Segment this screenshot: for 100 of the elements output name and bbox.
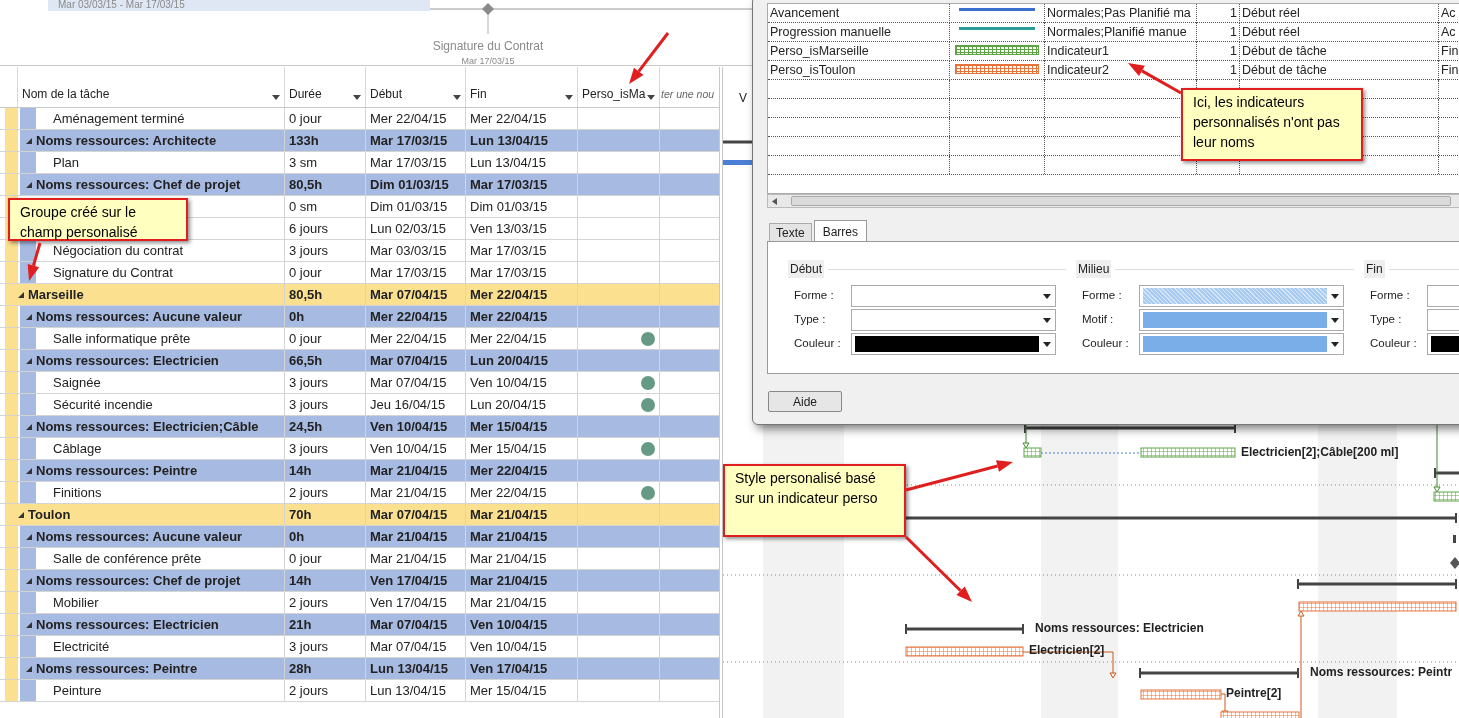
collapse-triangle-icon[interactable] bbox=[26, 313, 32, 320]
collapse-triangle-icon[interactable] bbox=[18, 511, 24, 518]
table-cell: 0h bbox=[285, 526, 366, 547]
table-cell: Ven 10/04/15 bbox=[366, 438, 466, 459]
dropdown-field[interactable] bbox=[1139, 285, 1344, 307]
dropdown-arrow-icon bbox=[1043, 293, 1051, 299]
callout-note: Groupe créé sur le champ personalisé bbox=[8, 198, 188, 241]
task-name: Noms ressources: Electricien bbox=[36, 351, 219, 370]
column-header[interactable]: Début bbox=[366, 67, 466, 107]
table-cell: Ven 17/04/15 bbox=[366, 570, 466, 591]
table-cell: Mar 17/03/15 bbox=[466, 240, 578, 261]
field-label: Forme : bbox=[1082, 288, 1123, 304]
table-cell: Perso_isMarseille bbox=[768, 42, 950, 61]
table-cell: Mer 15/04/15 bbox=[466, 438, 578, 459]
column-header[interactable]: Fin bbox=[466, 67, 578, 107]
table-cell: Mer 22/04/15 bbox=[366, 306, 466, 327]
field-label: Type : bbox=[794, 312, 827, 328]
task-name: Noms ressources: Electricien bbox=[36, 615, 219, 634]
bar-label: Noms ressources: Electricien bbox=[1035, 620, 1204, 637]
table-cell: Dim 01/03/15 bbox=[366, 174, 466, 195]
table-cell: Mar 17/03/15 bbox=[366, 130, 466, 151]
collapse-triangle-icon[interactable] bbox=[26, 621, 32, 628]
callout-arrow bbox=[629, 32, 670, 84]
collapse-triangle-icon[interactable] bbox=[26, 137, 32, 144]
scrollbar-thumb[interactable] bbox=[791, 196, 1451, 206]
table-cell: Mar 21/04/15 bbox=[466, 570, 578, 591]
help-button[interactable]: Aide bbox=[768, 391, 842, 412]
collapse-triangle-icon[interactable] bbox=[26, 357, 32, 364]
table-cell: Mar 17/03/15 bbox=[466, 174, 578, 195]
table-cell: 21h bbox=[285, 614, 366, 635]
collapse-triangle-icon[interactable] bbox=[26, 181, 32, 188]
field-label: Couleur : bbox=[794, 336, 842, 352]
dropdown-field[interactable] bbox=[851, 309, 1056, 331]
dropdown-arrow-icon bbox=[647, 95, 655, 100]
table-cell: 66,5h bbox=[285, 350, 366, 371]
summary-bar bbox=[1434, 468, 1459, 478]
bar-label: Peintre[2] bbox=[1226, 685, 1282, 702]
table-cell: 70h bbox=[285, 504, 366, 525]
dropdown-field[interactable] bbox=[851, 285, 1056, 307]
table-cell: 3 jours bbox=[285, 372, 366, 393]
table-cell: Mar 21/04/15 bbox=[466, 504, 578, 525]
dropdown-arrow-icon bbox=[272, 95, 280, 100]
table-cell: 0h bbox=[285, 306, 366, 327]
column-header[interactable]: Nom de la tâche bbox=[18, 67, 285, 107]
tab[interactable]: Barres bbox=[813, 220, 868, 242]
table-cell: Ven 13/03/15 bbox=[466, 218, 578, 239]
collapse-triangle-icon[interactable] bbox=[18, 291, 24, 298]
task-name: Noms ressources: Electricien;Câble bbox=[36, 417, 259, 436]
table-cell: Indicateur1 bbox=[1045, 42, 1197, 61]
table-cell: 0 jour bbox=[285, 548, 366, 569]
collapse-triangle-icon[interactable] bbox=[26, 533, 32, 540]
table-cell: Lun 13/04/15 bbox=[366, 658, 466, 679]
timescale-label: V bbox=[739, 90, 747, 107]
table-cell: Début réel bbox=[1240, 4, 1439, 23]
table-cell: Mer 22/04/15 bbox=[466, 328, 578, 349]
table-cell: Ven 10/04/15 bbox=[466, 614, 578, 635]
table-cell: Mer 15/04/15 bbox=[466, 416, 578, 437]
table-cell-text: Ac bbox=[1440, 5, 1457, 22]
table-cell: 1 bbox=[1197, 4, 1240, 23]
dropdown-field[interactable] bbox=[1139, 333, 1344, 355]
field-label: Forme : bbox=[1370, 288, 1411, 304]
callout-note: Style personalisé basé sur un indicateur perso bbox=[723, 464, 906, 537]
collapse-triangle-icon[interactable] bbox=[26, 423, 32, 430]
table-cell: Lun 13/04/15 bbox=[466, 152, 578, 173]
table-cell: 0 jour bbox=[285, 108, 366, 129]
table-cell: 3 jours bbox=[285, 240, 366, 261]
table-cell: Mar 07/04/15 bbox=[366, 636, 466, 657]
table-cell: Mar 21/04/15 bbox=[466, 548, 578, 569]
summary-bar bbox=[723, 140, 753, 144]
tab[interactable]: Texte bbox=[769, 223, 812, 241]
dropdown-field[interactable] bbox=[851, 333, 1056, 355]
table-cell: 3 jours bbox=[285, 438, 366, 459]
horizontal-scrollbar[interactable] bbox=[767, 194, 1459, 208]
table-cell: 0 jour bbox=[285, 262, 366, 283]
milestone-diamond bbox=[1450, 557, 1459, 569]
task-name: Noms ressources: Aucune valeur bbox=[36, 307, 243, 326]
table-cell: 80,5h bbox=[285, 284, 366, 305]
collapse-triangle-icon[interactable] bbox=[26, 467, 32, 474]
task-name: Saignée bbox=[53, 373, 101, 392]
table-cell: Ven 17/04/15 bbox=[466, 658, 578, 679]
dropdown-arrow-icon bbox=[353, 95, 361, 100]
column-header[interactable]: Durée bbox=[285, 67, 366, 107]
column-header[interactable]: ter une nou bbox=[660, 67, 719, 107]
dropdown-field[interactable] bbox=[1139, 309, 1344, 331]
table-cell: Mer 22/04/15 bbox=[466, 108, 578, 129]
task-name: Noms ressources: Architecte bbox=[36, 131, 217, 150]
callout-arrow bbox=[904, 535, 972, 602]
collapse-triangle-icon[interactable] bbox=[26, 577, 32, 584]
task-name: Noms ressources: Peintre bbox=[36, 461, 198, 480]
table-cell: Mar 17/03/15 bbox=[366, 262, 466, 283]
table-cell: 1 bbox=[1197, 42, 1240, 61]
table-cell: 3 sm bbox=[285, 152, 366, 173]
table-cell: Jeu 16/04/15 bbox=[366, 394, 466, 415]
task-name: Toulon bbox=[28, 505, 71, 524]
dropdown-arrow-icon bbox=[453, 95, 461, 100]
table-cell: Mar 07/04/15 bbox=[366, 350, 466, 371]
collapse-triangle-icon[interactable] bbox=[26, 665, 32, 672]
table-cell: Mer 22/04/15 bbox=[466, 482, 578, 503]
task-name: Plan bbox=[53, 153, 80, 172]
table-cell: Progression manuelle bbox=[768, 23, 950, 42]
